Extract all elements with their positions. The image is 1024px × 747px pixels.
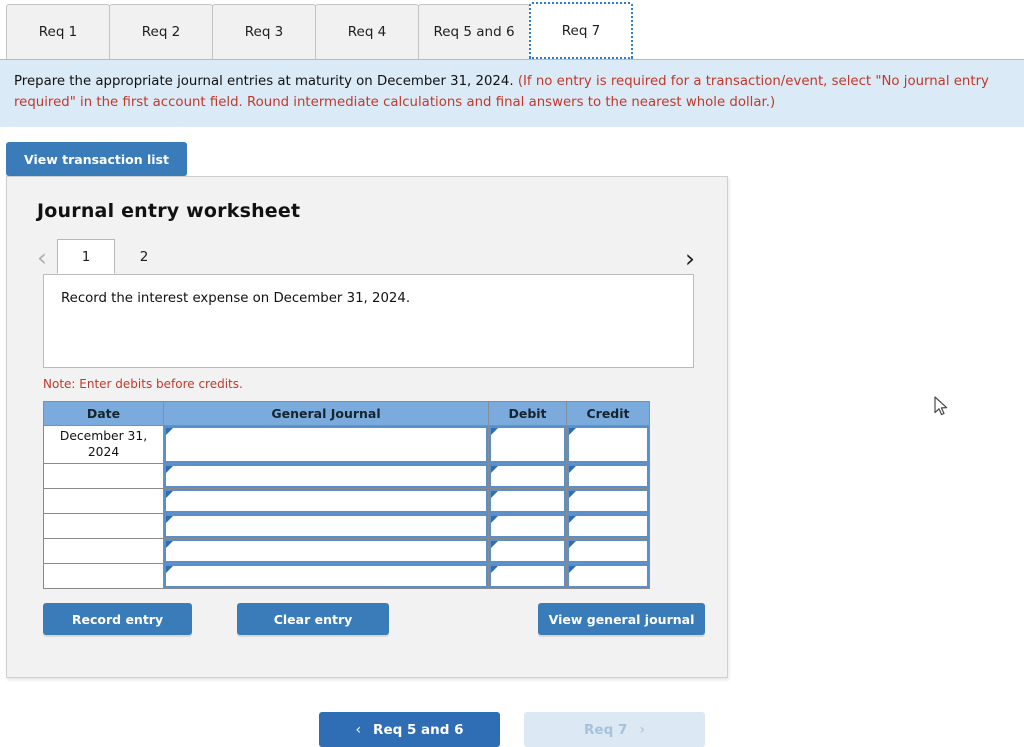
cell-debit[interactable] xyxy=(489,489,567,514)
cell-credit[interactable] xyxy=(567,464,650,489)
entry-page-label: 2 xyxy=(140,249,149,265)
tab-req-2[interactable]: Req 2 xyxy=(109,4,213,59)
entry-description-text: Record the interest expense on December … xyxy=(61,291,410,306)
table-row xyxy=(44,539,650,564)
tab-req-1[interactable]: Req 1 xyxy=(6,4,110,59)
account-input[interactable] xyxy=(164,539,488,563)
mouse-cursor xyxy=(934,396,950,418)
credit-input[interactable] xyxy=(567,564,649,588)
table-row xyxy=(44,464,650,489)
view-transaction-list-button[interactable]: View transaction list xyxy=(6,142,187,176)
entry-pager: ‹ 1 2 › xyxy=(7,239,727,274)
tab-req-3[interactable]: Req 3 xyxy=(212,4,316,59)
tab-req-4[interactable]: Req 4 xyxy=(315,4,419,59)
debit-input[interactable] xyxy=(489,564,566,588)
cell-general-journal[interactable] xyxy=(164,489,489,514)
tab-label: Req 7 xyxy=(562,23,601,39)
cell-debit[interactable] xyxy=(489,464,567,489)
instruction-banner: Prepare the appropriate journal entries … xyxy=(0,60,1024,127)
entry-action-bar: Record entry Clear entry View general jo… xyxy=(43,603,705,635)
worksheet-title: Journal entry worksheet xyxy=(7,177,727,222)
cell-date[interactable] xyxy=(44,489,164,514)
cell-date[interactable] xyxy=(44,514,164,539)
cell-debit[interactable] xyxy=(489,426,567,464)
tab-label: Req 5 and 6 xyxy=(433,24,514,40)
credit-input[interactable] xyxy=(567,464,649,488)
cell-credit[interactable] xyxy=(567,514,650,539)
account-input[interactable] xyxy=(164,514,488,538)
nav-next-button: Req 7 › xyxy=(524,712,705,747)
cell-credit[interactable] xyxy=(567,489,650,514)
nav-prev-button[interactable]: ‹ Req 5 and 6 xyxy=(319,712,500,747)
column-header-credit: Credit xyxy=(567,402,650,426)
account-input[interactable] xyxy=(164,564,488,588)
cell-debit[interactable] xyxy=(489,539,567,564)
entry-description-box: Record the interest expense on December … xyxy=(43,274,694,368)
tab-strip-filler xyxy=(633,0,1024,60)
journal-entry-table: Date General Journal Debit Credit Decemb… xyxy=(43,401,650,589)
table-row: December 31, 2024 xyxy=(44,426,650,464)
credit-input[interactable] xyxy=(567,539,649,563)
cell-general-journal[interactable] xyxy=(164,514,489,539)
nav-next-label: Req 7 xyxy=(584,722,627,738)
clear-entry-button[interactable]: Clear entry xyxy=(237,603,389,635)
debit-input[interactable] xyxy=(489,539,566,563)
chevron-left-icon[interactable]: ‹ xyxy=(37,245,57,274)
cell-general-journal[interactable] xyxy=(164,464,489,489)
column-header-general-journal: General Journal xyxy=(164,402,489,426)
credit-input[interactable] xyxy=(567,426,649,463)
requirement-tab-strip: Req 1 Req 2 Req 3 Req 4 Req 5 and 6 Req … xyxy=(0,0,1024,60)
journal-entry-worksheet-panel: Journal entry worksheet ‹ 1 2 › Record t… xyxy=(6,176,728,678)
cell-credit[interactable] xyxy=(567,564,650,589)
table-header-row: Date General Journal Debit Credit xyxy=(44,402,650,426)
account-input[interactable] xyxy=(164,489,488,513)
instruction-primary-text: Prepare the appropriate journal entries … xyxy=(14,74,514,89)
cell-debit[interactable] xyxy=(489,564,567,589)
credit-input[interactable] xyxy=(567,489,649,513)
debit-input[interactable] xyxy=(489,464,566,488)
cell-date: December 31, 2024 xyxy=(44,426,164,464)
tab-label: Req 4 xyxy=(348,24,387,40)
cell-general-journal[interactable] xyxy=(164,426,489,464)
record-entry-button[interactable]: Record entry xyxy=(43,603,192,635)
chevron-right-icon[interactable]: › xyxy=(685,246,695,271)
table-row xyxy=(44,489,650,514)
tab-label: Req 2 xyxy=(142,24,181,40)
tab-label: Req 1 xyxy=(39,24,78,40)
account-input[interactable] xyxy=(164,464,488,488)
tab-req-5-and-6[interactable]: Req 5 and 6 xyxy=(418,4,530,59)
entry-page-label: 1 xyxy=(82,249,91,265)
debit-input[interactable] xyxy=(489,426,566,463)
account-input[interactable] xyxy=(164,426,488,463)
debit-input[interactable] xyxy=(489,489,566,513)
column-header-debit: Debit xyxy=(489,402,567,426)
cell-debit[interactable] xyxy=(489,514,567,539)
bottom-navigation: ‹ Req 5 and 6 Req 7 › xyxy=(0,712,1024,747)
chevron-right-icon: › xyxy=(639,722,645,738)
tab-req-7[interactable]: Req 7 xyxy=(529,2,633,59)
tab-label: Req 3 xyxy=(245,24,284,40)
cell-credit[interactable] xyxy=(567,426,650,464)
column-header-date: Date xyxy=(44,402,164,426)
entry-page-2[interactable]: 2 xyxy=(115,239,173,274)
view-general-journal-button[interactable]: View general journal xyxy=(538,603,705,635)
cell-general-journal[interactable] xyxy=(164,539,489,564)
toolbar: View transaction list xyxy=(0,127,1024,176)
table-row xyxy=(44,514,650,539)
cell-date[interactable] xyxy=(44,564,164,589)
cell-general-journal[interactable] xyxy=(164,564,489,589)
credit-input[interactable] xyxy=(567,514,649,538)
cell-credit[interactable] xyxy=(567,539,650,564)
debit-input[interactable] xyxy=(489,514,566,538)
table-row xyxy=(44,564,650,589)
entry-page-1[interactable]: 1 xyxy=(57,239,115,274)
debits-before-credits-note: Note: Enter debits before credits. xyxy=(43,377,727,391)
chevron-left-icon: ‹ xyxy=(355,722,361,738)
cell-date[interactable] xyxy=(44,539,164,564)
nav-prev-label: Req 5 and 6 xyxy=(373,722,464,738)
cell-date[interactable] xyxy=(44,464,164,489)
